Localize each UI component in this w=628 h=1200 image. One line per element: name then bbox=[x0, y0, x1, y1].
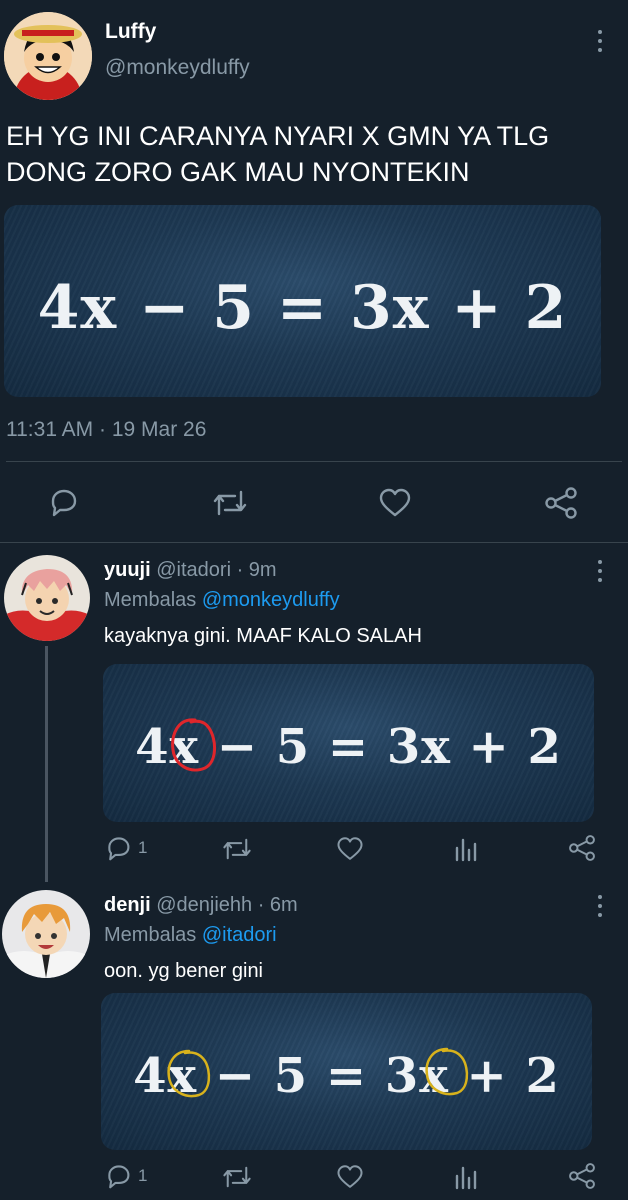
analytics-button[interactable] bbox=[454, 836, 478, 862]
reply-button[interactable]: 1 bbox=[104, 1163, 147, 1189]
author-name[interactable]: yuuji bbox=[104, 559, 151, 581]
more-options-icon[interactable] bbox=[597, 30, 603, 52]
reply-count: 1 bbox=[138, 1166, 148, 1185]
replying-to-link[interactable]: @monkeydluffy bbox=[202, 589, 340, 611]
reply-button[interactable]: 1 bbox=[104, 835, 147, 861]
author-handle-time[interactable]: @denjiehh · 6m bbox=[156, 894, 297, 916]
heart-icon bbox=[337, 837, 363, 860]
red-circle-annotation bbox=[171, 718, 216, 772]
heart-icon bbox=[379, 488, 411, 517]
reply-icon bbox=[108, 837, 130, 861]
analytics-icon bbox=[455, 838, 477, 862]
tweet-text-line-2: DONG ZORO GAK MAU NYONTEKIN bbox=[6, 157, 470, 187]
author-handle-time[interactable]: @itadori · 9m bbox=[156, 559, 276, 581]
avatar-luffy[interactable] bbox=[4, 12, 92, 100]
reply-icon bbox=[51, 489, 77, 517]
retweet-button[interactable] bbox=[211, 488, 249, 518]
more-options-icon[interactable] bbox=[597, 560, 603, 582]
divider bbox=[0, 542, 628, 543]
share-icon bbox=[545, 487, 577, 519]
share-button[interactable] bbox=[568, 1162, 596, 1190]
share-icon bbox=[569, 1163, 595, 1189]
yellow-circle-annotation-right bbox=[425, 1047, 469, 1096]
reply-image[interactable]: 4x − 5 = 3x + 2 bbox=[103, 664, 594, 822]
reply-icon bbox=[108, 1165, 130, 1189]
heart-icon bbox=[337, 1165, 363, 1188]
reply-text: oon. yg bener gini bbox=[104, 960, 264, 982]
divider bbox=[6, 461, 622, 462]
retweet-icon bbox=[223, 1166, 251, 1188]
tweet-image[interactable]: 4x − 5 = 3x + 2 bbox=[4, 205, 601, 397]
analytics-icon bbox=[455, 1166, 477, 1190]
retweet-icon bbox=[213, 490, 247, 516]
like-button[interactable] bbox=[336, 836, 364, 862]
replying-to: Membalas @itadori bbox=[104, 924, 277, 947]
replying-prefix: Membalas bbox=[104, 924, 197, 946]
equation-text: 4x − 5 = 3x + 2 bbox=[37, 273, 568, 343]
thread-connector-line bbox=[45, 646, 48, 882]
share-icon bbox=[569, 835, 595, 861]
reply-header: denji @denjiehh · 6m bbox=[104, 894, 298, 917]
author-name[interactable]: Luffy bbox=[105, 20, 156, 44]
more-options-icon[interactable] bbox=[597, 895, 603, 917]
share-button[interactable] bbox=[568, 834, 596, 862]
replying-prefix: Membalas bbox=[104, 589, 197, 611]
share-button[interactable] bbox=[544, 486, 578, 520]
like-button[interactable] bbox=[378, 488, 412, 518]
reply-header: yuuji @itadori · 9m bbox=[104, 559, 277, 582]
retweet-icon bbox=[223, 838, 251, 860]
tweet-timestamp[interactable]: 11:31 AM · 19 Mar 26 bbox=[6, 418, 206, 442]
analytics-button[interactable] bbox=[454, 1164, 478, 1190]
author-handle[interactable]: @monkeydluffy bbox=[105, 56, 250, 80]
yellow-circle-annotation-left bbox=[167, 1049, 211, 1098]
avatar-denji[interactable] bbox=[2, 890, 90, 978]
like-button[interactable] bbox=[336, 1164, 364, 1190]
author-name[interactable]: denji bbox=[104, 894, 151, 916]
avatar-yuuji[interactable] bbox=[4, 555, 90, 641]
replying-to: Membalas @monkeydluffy bbox=[104, 589, 340, 612]
reply-image[interactable]: 4x − 5 = 3x + 2 bbox=[101, 993, 592, 1150]
retweet-button[interactable] bbox=[221, 836, 253, 862]
reply-count: 1 bbox=[138, 838, 148, 857]
tweet-text-line-1: EH YG INI CARANYA NYARI X GMN YA TLG bbox=[6, 121, 550, 151]
retweet-button[interactable] bbox=[221, 1164, 253, 1190]
reply-button[interactable] bbox=[47, 487, 79, 517]
tweet-text: EH YG INI CARANYA NYARI X GMN YA TLG DON… bbox=[6, 118, 549, 190]
reply-text: kayaknya gini. MAAF KALO SALAH bbox=[104, 625, 422, 647]
replying-to-link[interactable]: @itadori bbox=[202, 924, 277, 946]
